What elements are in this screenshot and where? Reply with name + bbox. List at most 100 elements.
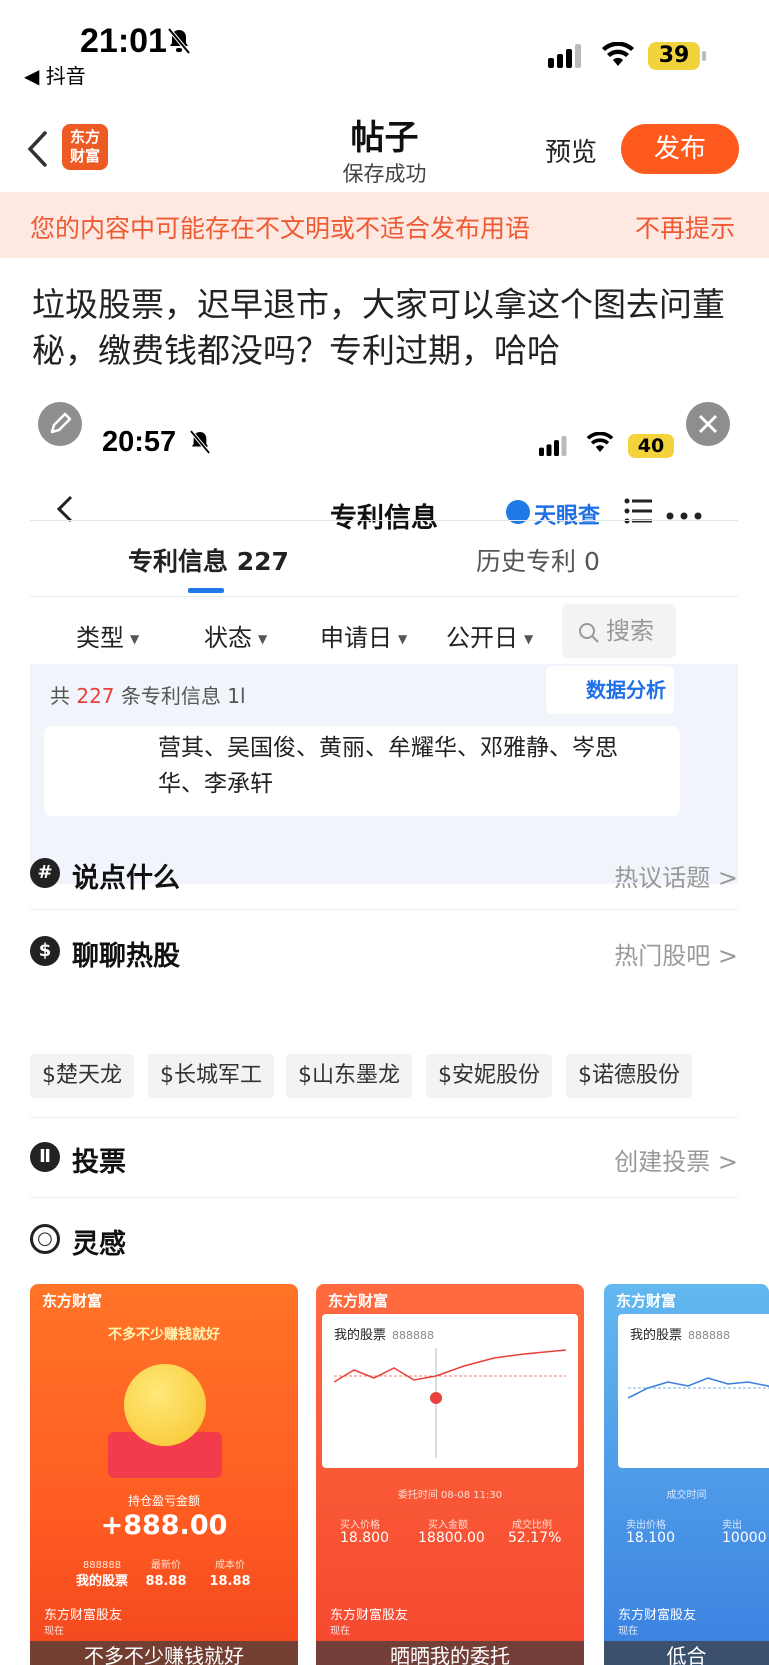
card-user: 东方财富股友 xyxy=(44,1608,123,1623)
shot-data-analysis: 数据分析 xyxy=(546,666,674,714)
status-time: 21:01 xyxy=(80,22,167,60)
dollar-icon: $ xyxy=(30,936,60,966)
card-time: 现在 xyxy=(330,1626,350,1637)
card-title: 低合 xyxy=(604,1641,769,1665)
post-header: 东方 财富 帖子 保存成功 预览 发布 xyxy=(0,110,769,192)
stock-tag[interactable]: $长城军工 xyxy=(148,1054,274,1098)
lightbulb-icon: ○ xyxy=(30,1224,60,1254)
pencil-icon xyxy=(50,412,72,434)
card-brand: 东方财富 xyxy=(616,1292,677,1310)
shot-result-count: 共 227 条专利信息 1l xyxy=(50,684,246,708)
option-hot-stocks[interactable]: $ 聊聊热股 热门股吧 > xyxy=(30,916,738,986)
create-vote-link[interactable]: 创建投票 > xyxy=(614,1142,738,1177)
hashtag-icon: # xyxy=(30,858,60,888)
hot-topics-link[interactable]: 热议话题 > xyxy=(614,858,738,893)
battery-cap xyxy=(702,51,706,61)
metric-label: 卖出价格 xyxy=(626,1520,666,1531)
post-body-text[interactable]: 垃圾股票，迟早退市，大家可以拿这个图去问董秘，缴费钱都没吗？专利过期，哈哈 xyxy=(32,282,742,374)
divider xyxy=(30,1197,738,1198)
divider xyxy=(30,909,738,910)
option-label: 聊聊热股 xyxy=(72,941,180,972)
metric-label: 买入价格 xyxy=(340,1520,380,1531)
tianyancha-brand: 天眼查 xyxy=(534,504,601,529)
card-user: 东方财富股友 xyxy=(330,1608,409,1623)
close-icon xyxy=(698,414,718,434)
shot-filter-publish-date: 公开日 ▼ xyxy=(446,624,534,652)
shot-battery: 40 xyxy=(628,434,674,458)
card-time: 现在 xyxy=(618,1626,638,1637)
card-pnl-label: 持仓盈亏金额 xyxy=(127,1494,200,1508)
price-line-chart xyxy=(628,1377,769,1399)
mascot-illustration xyxy=(124,1364,206,1446)
card-pnl-amount: +888.00 xyxy=(100,1510,228,1541)
card-order-time: 委托时间 08-08 11:30 xyxy=(397,1490,503,1501)
metric-label: 买入金额 xyxy=(428,1520,468,1531)
stock-tag[interactable]: $楚天龙 xyxy=(30,1054,134,1098)
preview-button[interactable]: 预览 xyxy=(545,132,597,169)
card-title: 晒晒我的委托 xyxy=(316,1641,584,1665)
search-icon xyxy=(579,623,599,643)
remove-image-button[interactable] xyxy=(686,402,730,446)
attached-screenshot[interactable]: 20:57 40 专利信息 天眼查 专利信息 227 历史专利 0 类型 ▼ 状态… xyxy=(30,396,738,884)
option-label: 投票 xyxy=(72,1147,126,1178)
option-vote[interactable]: Ⅱ 投票 创建投票 > xyxy=(30,1122,738,1192)
edit-image-button[interactable] xyxy=(38,402,82,446)
battery-indicator: 39 xyxy=(648,42,700,70)
option-label: 说点什么 xyxy=(72,863,180,894)
metric-value: 18.800 xyxy=(340,1530,389,1546)
card-user: 东方财富股友 xyxy=(618,1608,697,1623)
card-chart-panel: 我的股票 888888 xyxy=(618,1314,769,1468)
panel-title: 我的股票 888888 xyxy=(630,1328,731,1343)
metric-value: 18.100 xyxy=(626,1530,675,1546)
card-brand: 东方财富 xyxy=(42,1292,103,1310)
shot-tab-patents: 专利信息 227 xyxy=(128,547,289,576)
panel-title: 我的股票 888888 xyxy=(334,1328,435,1343)
card-deal-time: 成交时间 xyxy=(666,1490,707,1501)
hot-bars-link[interactable]: 热门股吧 > xyxy=(614,936,738,971)
card-chart-panel: 我的股票 888888 xyxy=(322,1314,578,1468)
bell-mute-icon xyxy=(190,430,210,454)
stock-tag[interactable]: $山东墨龙 xyxy=(286,1054,412,1098)
shot-tabs-divider xyxy=(30,596,738,597)
option-label: 灵感 xyxy=(72,1229,126,1260)
card-title: 不多不少赚钱就好 xyxy=(30,1641,298,1665)
stock-tag[interactable]: $安妮股份 xyxy=(426,1054,552,1098)
card-brand: 东方财富 xyxy=(328,1292,389,1310)
stock-tag[interactable]: $诺德股份 xyxy=(566,1054,692,1098)
metric-label: 卖出 xyxy=(722,1520,742,1531)
option-inspiration: ○ 灵感 xyxy=(30,1204,738,1274)
content-warning-banner: 您的内容中可能存在不文明或不适合发布用语 不再提示 xyxy=(0,192,769,258)
back-to-app-link[interactable]: ◀ 抖音 xyxy=(24,60,86,89)
stock-tags: $楚天龙 $长城军工 $山东墨龙 $安妮股份 $诺德股份 xyxy=(30,1054,769,1098)
card-time: 现在 xyxy=(44,1626,64,1637)
divider xyxy=(30,1117,738,1118)
signal-icon xyxy=(539,436,567,456)
more-dots-icon xyxy=(666,512,702,520)
publish-button[interactable]: 发布 xyxy=(621,124,739,174)
status-bar: 21:01 ◀ 抖音 39 xyxy=(0,0,769,100)
card-slogan: 不多不少赚钱就好 xyxy=(108,1327,220,1343)
metric-value: 52.17% xyxy=(508,1530,562,1546)
inspiration-card-profit[interactable]: 东方财富 不多不少赚钱就好 持仓盈亏金额 +888.00 888888 最新价 成本… xyxy=(30,1284,298,1665)
shot-status-time: 20:57 xyxy=(102,426,177,458)
shot-filter-status: 状态 ▼ xyxy=(204,624,268,652)
bell-mute-icon xyxy=(168,28,190,54)
card-stat-values: 我的股票 88.88 18.88 xyxy=(75,1574,251,1589)
option-say-something[interactable]: # 说点什么 热议话题 > xyxy=(30,838,738,908)
metric-value: 18800.00 xyxy=(418,1530,485,1546)
card-stat-labels: 888888 最新价 成本价 xyxy=(82,1560,245,1571)
shot-tab-indicator xyxy=(188,588,224,593)
shot-filter-apply-date: 申请日 ▼ xyxy=(320,624,408,652)
inspiration-card-sell[interactable]: 东方财富 我的股票 888888 成交时间 卖出价格 卖出 18.100 1000… xyxy=(604,1284,769,1665)
metric-value: 10000 xyxy=(722,1530,767,1546)
shot-filter-type: 类型 ▼ xyxy=(76,624,140,652)
warning-text: 您的内容中可能存在不文明或不适合发布用语 xyxy=(30,214,531,243)
shot-tab-history: 历史专利 0 xyxy=(476,547,600,576)
metric-label: 成交比例 xyxy=(512,1520,552,1531)
shot-header-divider xyxy=(30,520,738,521)
wifi-icon xyxy=(602,42,634,66)
inspiration-card-order[interactable]: 东方财富 我的股票 888888 委托时间 08-08 11:30 买入价格 买入… xyxy=(316,1284,584,1665)
shot-inventor-names: 营其、吴国俊、黄丽、牟耀华、邓雅静、岑思华、李承轩 xyxy=(158,735,618,797)
dismiss-warning-button[interactable]: 不再提示 xyxy=(635,209,735,245)
signal-icon xyxy=(548,44,581,68)
